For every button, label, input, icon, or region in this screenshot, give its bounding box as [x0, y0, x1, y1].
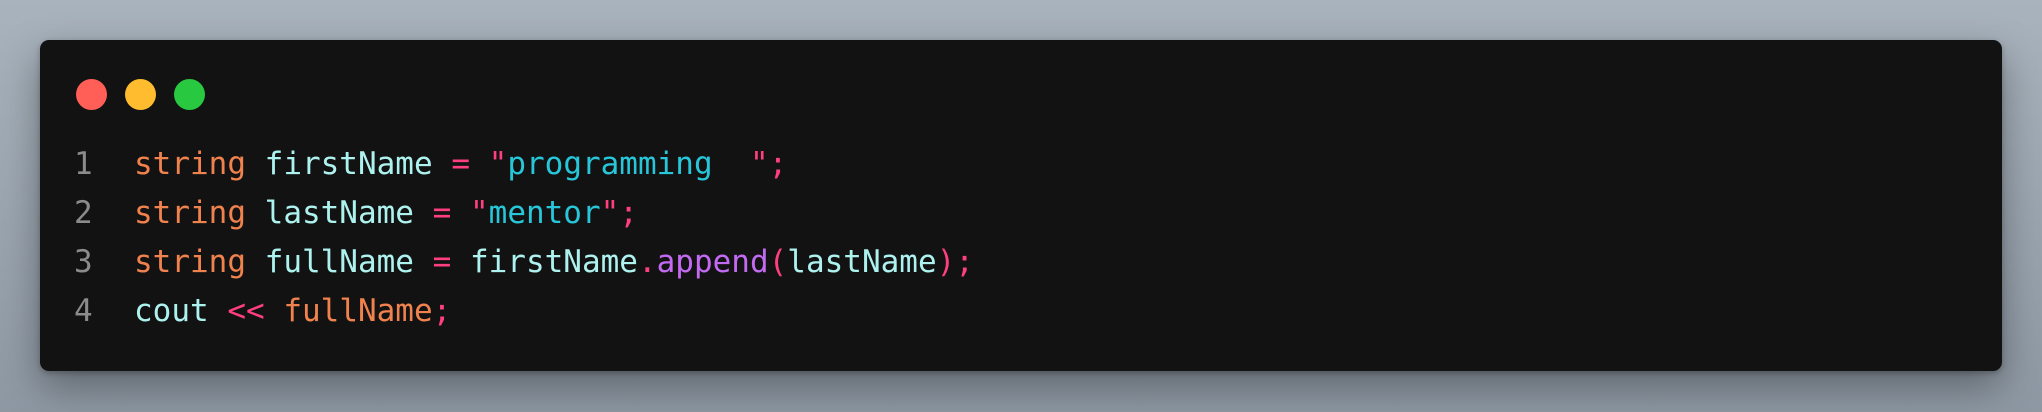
code-text: string firstName = "programming "; [134, 140, 787, 189]
code-token-keyword: fullName [283, 293, 433, 329]
code-token-identifier: firstName [264, 146, 433, 182]
code-token-operator: . [637, 244, 657, 280]
code-token-operator: << [227, 293, 265, 329]
code-token-operator: = [432, 195, 452, 231]
line-number: 1 [74, 146, 93, 182]
code-token-operator: ( [768, 244, 788, 280]
line-number: 3 [74, 244, 93, 280]
code-text: string lastName = "mentor"; [134, 189, 638, 238]
code-token-identifier: lastName [787, 244, 937, 280]
code-text: cout << fullName; [134, 287, 451, 336]
code-token-identifier: cout [134, 293, 209, 329]
code-line: 3 string fullName = firstName.append(last… [74, 238, 974, 287]
code-line: 2 string lastName = "mentor"; [74, 189, 974, 238]
code-token-operator: "; [749, 146, 788, 182]
code-token-keyword: string [134, 244, 246, 280]
code-line: 1 string firstName = "programming "; [74, 140, 974, 189]
code-token-operator: " [469, 195, 489, 231]
minimize-icon[interactable] [125, 79, 156, 110]
close-icon[interactable] [76, 79, 107, 110]
code-token-string: mentor [488, 195, 601, 231]
code-window: 1 string firstName = "programming "; 2 stri… [40, 40, 2002, 371]
code-line: 4 cout << fullName; [74, 287, 974, 336]
maximize-icon[interactable] [174, 79, 205, 110]
code-token-operator: = [432, 244, 452, 280]
line-number: 2 [74, 195, 93, 231]
code-token-keyword: string [134, 146, 246, 182]
code-token-operator: ); [936, 244, 974, 280]
code-token-identifier: lastName [264, 195, 414, 231]
code-token-method: append [656, 244, 769, 280]
code-token-operator: ; [432, 293, 452, 329]
code-token-string: programming [507, 146, 750, 182]
code-token-operator: " [488, 146, 508, 182]
line-number: 4 [74, 293, 93, 329]
code-token-identifier: fullName [264, 244, 414, 280]
window-controls [76, 79, 205, 110]
code-block: 1 string firstName = "programming "; 2 stri… [74, 140, 974, 336]
code-text: string fullName = firstName.append(lastN… [134, 238, 974, 287]
code-token-operator: "; [600, 195, 638, 231]
code-token-operator: = [451, 146, 470, 182]
code-token-identifier: firstName [469, 244, 638, 280]
code-token-keyword: string [134, 195, 246, 231]
